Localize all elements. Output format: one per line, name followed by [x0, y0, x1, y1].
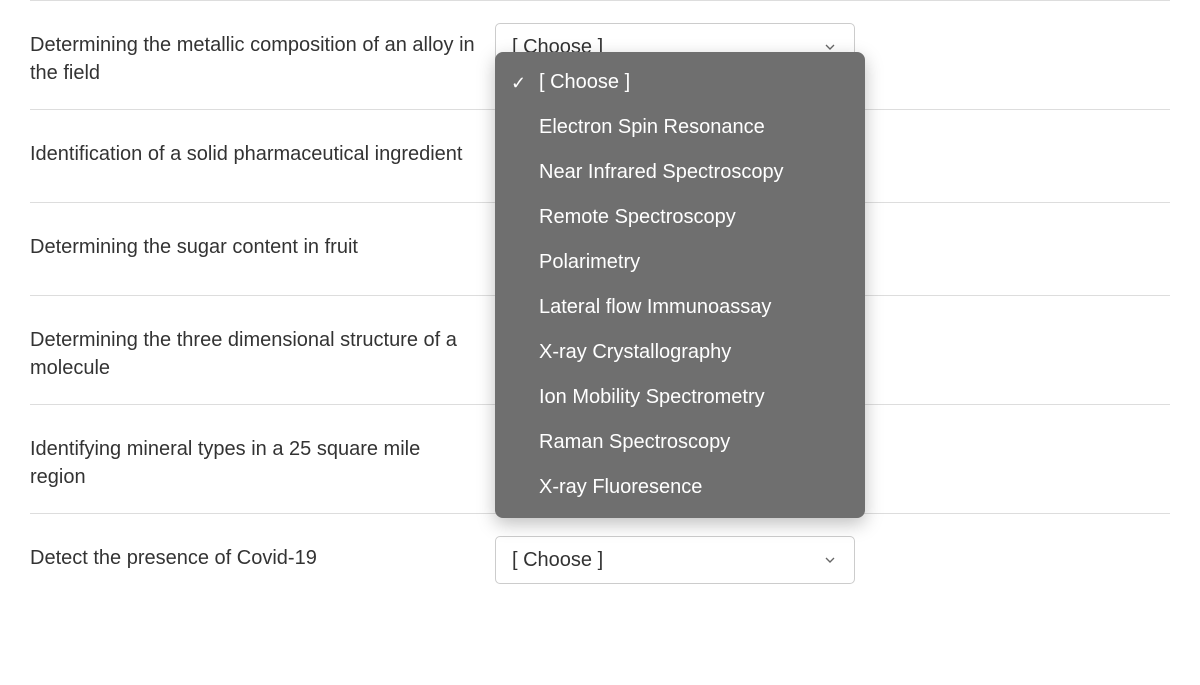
- matching-question-container: Determining the metallic composition of …: [0, 0, 1200, 636]
- menu-option-label: Remote Spectroscopy: [539, 206, 736, 228]
- menu-option[interactable]: Remote Spectroscopy: [495, 195, 865, 240]
- menu-option-label: Polarimetry: [539, 251, 640, 273]
- menu-option[interactable]: Raman Spectroscopy: [495, 420, 865, 465]
- chevron-down-icon: [822, 552, 838, 568]
- question-prompt: Identifying mineral types in a 25 square…: [30, 427, 475, 491]
- menu-option[interactable]: X-ray Crystallography: [495, 330, 865, 375]
- question-prompt: Determining the metallic composition of …: [30, 23, 475, 87]
- answer-dropdown[interactable]: [ Choose ]: [495, 536, 855, 584]
- question-prompt: Determining the three dimensional struct…: [30, 318, 475, 382]
- dropdown-menu: ✓ [ Choose ] Electron Spin Resonance Nea…: [495, 52, 865, 518]
- menu-option-label: Lateral flow Immunoassay: [539, 296, 771, 318]
- checkmark-icon: ✓: [511, 69, 526, 95]
- menu-option-label: X-ray Crystallography: [539, 341, 731, 363]
- menu-option-label: Raman Spectroscopy: [539, 431, 730, 453]
- menu-option-label: X-ray Fluoresence: [539, 476, 702, 498]
- dropdown-label: [ Choose ]: [512, 549, 603, 572]
- question-prompt: Detect the presence of Covid-19: [30, 536, 475, 572]
- question-row: Detect the presence of Covid-19 [ Choose…: [30, 513, 1170, 606]
- menu-option[interactable]: Electron Spin Resonance: [495, 105, 865, 150]
- question-prompt: Determining the sugar content in fruit: [30, 225, 475, 261]
- menu-option-label: [ Choose ]: [539, 71, 630, 93]
- menu-option-label: Near Infrared Spectroscopy: [539, 161, 784, 183]
- menu-option[interactable]: ✓ [ Choose ]: [495, 60, 865, 105]
- question-prompt: Identification of a solid pharmaceutical…: [30, 132, 475, 168]
- menu-option[interactable]: Near Infrared Spectroscopy: [495, 150, 865, 195]
- menu-option[interactable]: Ion Mobility Spectrometry: [495, 375, 865, 420]
- menu-option[interactable]: Lateral flow Immunoassay: [495, 285, 865, 330]
- menu-option-label: Electron Spin Resonance: [539, 116, 765, 138]
- menu-option-label: Ion Mobility Spectrometry: [539, 386, 765, 408]
- menu-option[interactable]: X-ray Fluoresence: [495, 465, 865, 510]
- menu-option[interactable]: Polarimetry: [495, 240, 865, 285]
